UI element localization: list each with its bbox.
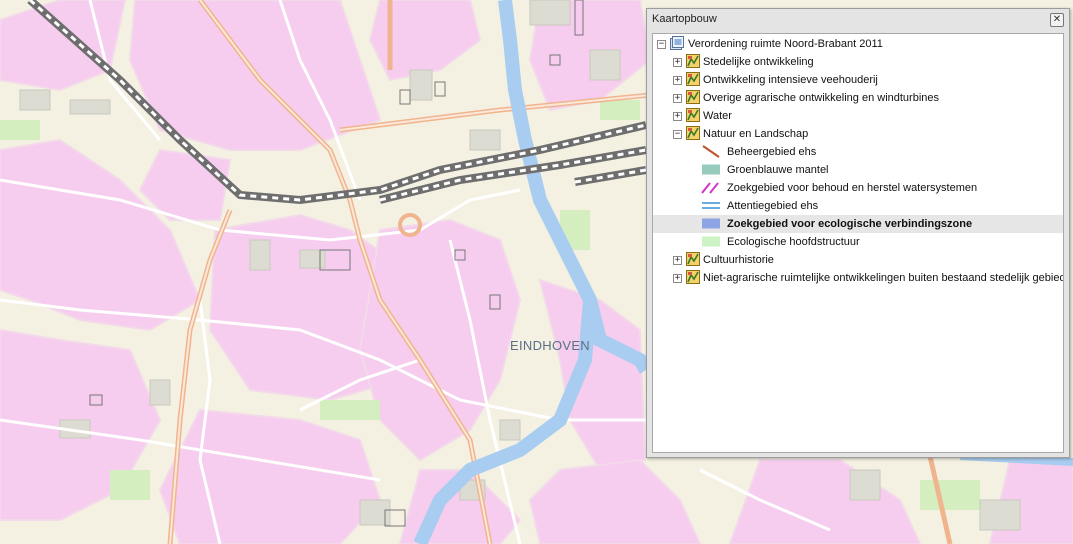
layer-group-icon: [686, 252, 700, 266]
layer-group-item[interactable]: + Ontwikkeling intensieve veehouderij: [653, 71, 1063, 89]
panel-title: Kaartopbouw: [652, 13, 717, 25]
legend-item-label: Groenblauwe mantel: [727, 164, 829, 176]
expand-toggle[interactable]: +: [673, 76, 682, 85]
layer-group-icon: [686, 270, 700, 284]
legend-item-label: Ecologische hoofdstructuur: [727, 236, 860, 248]
layer-group-label: Stedelijke ontwikkeling: [703, 56, 814, 68]
layer-group-item[interactable]: + Cultuurhistorie: [653, 251, 1063, 269]
layer-group-label: Ontwikkeling intensieve veehouderij: [703, 74, 878, 86]
legend-fill-swatch: [702, 236, 720, 247]
city-label: EINDHOVEN: [510, 338, 590, 353]
legend-item[interactable]: Zoekgebied voor ecologische verbindingsz…: [653, 215, 1063, 233]
layer-group-label: Natuur en Landschap: [703, 128, 809, 140]
layer-group-icon: [686, 126, 700, 140]
legend-fill-swatch: [702, 164, 720, 175]
layer-group-label: Water: [703, 110, 732, 122]
legend-item-label: Zoekgebied voor ecologische verbindingsz…: [727, 218, 973, 230]
legend-item[interactable]: Groenblauwe mantel: [653, 161, 1063, 179]
legend-fill-swatch: [702, 218, 720, 229]
legend-item[interactable]: Beheergebied ehs: [653, 143, 1063, 161]
close-button[interactable]: ✕: [1050, 13, 1064, 27]
layer-group-item[interactable]: + Niet-agrarische ruimtelijke ontwikkelin…: [653, 269, 1063, 287]
layer-group-icon: [686, 54, 700, 68]
legend-line-symbol: [702, 145, 720, 158]
layer-tree: − Verordening ruimte Noord-Brabant 2011 + S…: [652, 33, 1064, 453]
layer-group-item[interactable]: + Stedelijke ontwikkeling: [653, 53, 1063, 71]
layer-group-icon: [686, 72, 700, 86]
layer-group-label: Niet-agrarische ruimtelijke ontwikkeling…: [703, 272, 1064, 284]
legend-double-line-symbol: [702, 202, 720, 209]
layer-group-item[interactable]: + Overige agrarische ontwikkeling en wind…: [653, 89, 1063, 107]
layer-group-icon: [686, 108, 700, 122]
layer-group-item[interactable]: + Water: [653, 107, 1063, 125]
panel-header[interactable]: Kaartopbouw ✕: [647, 9, 1069, 31]
expand-toggle[interactable]: +: [673, 112, 682, 121]
legend-item-label: Beheergebied ehs: [727, 146, 817, 158]
layer-group-label: Cultuurhistorie: [703, 254, 774, 266]
legend-item-label: Zoekgebied voor behoud en herstel waters…: [727, 182, 978, 194]
expand-toggle[interactable]: +: [673, 58, 682, 67]
legend-item-label: Attentiegebied ehs: [727, 200, 819, 212]
expand-toggle[interactable]: +: [673, 274, 682, 283]
collapse-toggle[interactable]: −: [673, 130, 682, 139]
layer-group-item[interactable]: − Natuur en Landschap: [653, 125, 1063, 143]
collapse-toggle[interactable]: −: [657, 40, 666, 49]
map-service-icon: [670, 36, 684, 50]
legend-double-line-symbol: [701, 182, 719, 194]
legend-item[interactable]: Ecologische hoofdstructuur: [653, 233, 1063, 251]
tree-item-label: Verordening ruimte Noord-Brabant 2011: [688, 38, 883, 50]
legend-item[interactable]: Attentiegebied ehs: [653, 197, 1063, 215]
layer-group-label: Overige agrarische ontwikkeling en windt…: [703, 92, 940, 104]
tree-root-item[interactable]: − Verordening ruimte Noord-Brabant 2011: [653, 35, 1063, 53]
expand-toggle[interactable]: +: [673, 94, 682, 103]
layer-group-icon: [686, 90, 700, 104]
expand-toggle[interactable]: +: [673, 256, 682, 265]
layers-panel: Kaartopbouw ✕ − Verordening ruimte Noord-…: [646, 8, 1070, 458]
legend-item[interactable]: Zoekgebied voor behoud en herstel waters…: [653, 179, 1063, 197]
